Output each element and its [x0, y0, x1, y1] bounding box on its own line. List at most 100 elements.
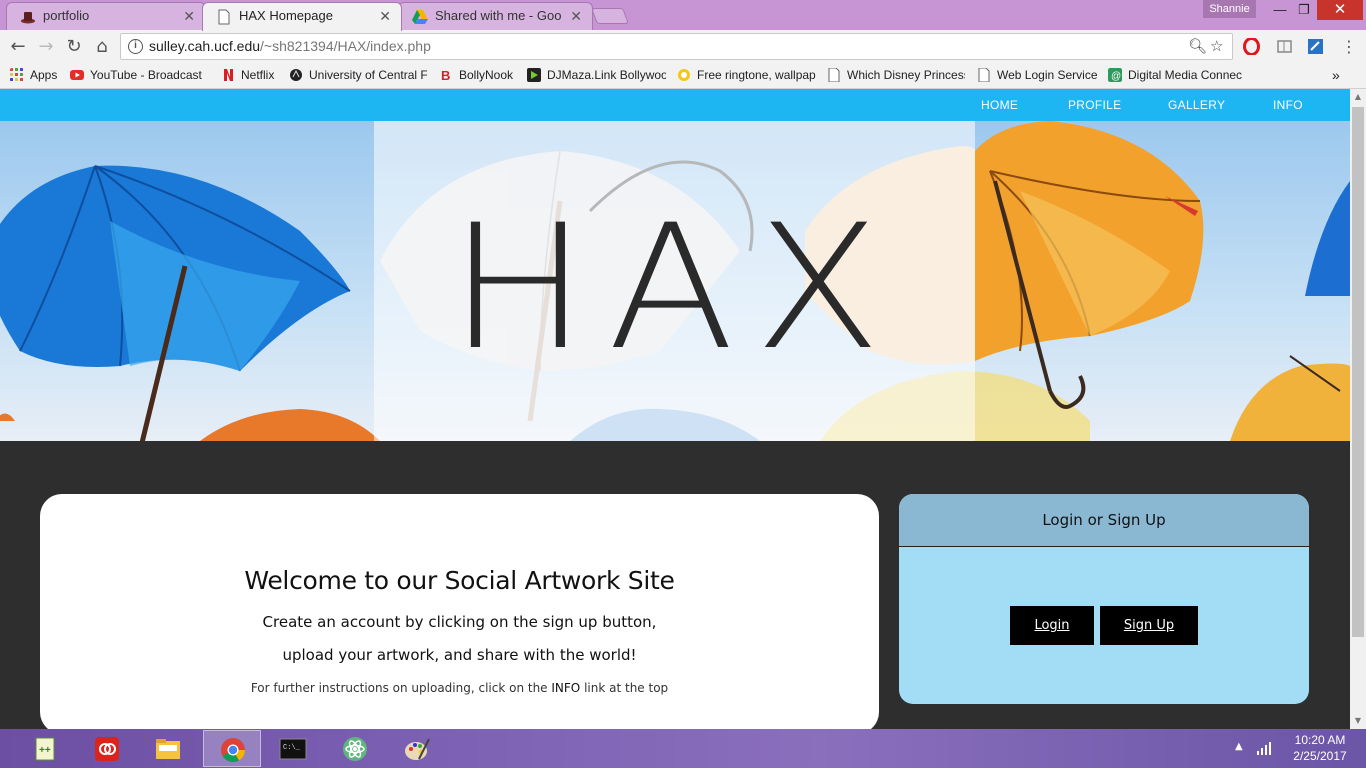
stylus-extension-icon[interactable] — [1307, 38, 1324, 55]
svg-text:++: ++ — [39, 745, 51, 756]
bookmark-ucf[interactable]: University of Central F — [289, 67, 427, 85]
browser-tab-strip: portfolio ✕ HAX Homepage ✕ Shared with m… — [0, 0, 1366, 31]
digital-media-icon: @ — [1108, 68, 1122, 82]
file-explorer-icon — [156, 739, 180, 759]
search-zoom-icon[interactable]: 🔍︎ — [1188, 37, 1207, 55]
nav-info[interactable]: INFO — [1273, 89, 1303, 122]
welcome-text-line2: upload your artwork, and share with the … — [282, 646, 637, 664]
bookmark-label: University of Central F — [309, 68, 427, 82]
taskbar-atom[interactable] — [326, 730, 384, 767]
bookmark-label: Apps — [30, 68, 58, 82]
nav-profile[interactable]: PROFILE — [1068, 89, 1121, 122]
youtube-icon — [70, 70, 84, 80]
bookmark-ringtone[interactable]: Free ringtone, wallpap — [677, 67, 817, 85]
page-scrollbar[interactable]: ▲ ▼ — [1350, 89, 1366, 729]
tab-google-drive[interactable]: Shared with me - Google ✕ — [398, 2, 593, 30]
bookmark-label: Digital Media Connec — [1128, 68, 1243, 82]
taskbar-terminal[interactable]: C:\_ — [264, 730, 322, 767]
bookmark-label: DJMaza.Link Bollywoo — [547, 68, 666, 82]
opera-icon[interactable] — [1243, 38, 1260, 55]
back-button[interactable]: ← — [7, 36, 29, 58]
bookmark-star-icon[interactable]: ☆ — [1210, 37, 1223, 55]
tab-portfolio[interactable]: portfolio ✕ — [6, 2, 206, 30]
nav-home[interactable]: HOME — [981, 89, 1018, 122]
scrollbar-thumb[interactable] — [1352, 107, 1364, 637]
taskbar-clock-date[interactable]: 2/25/2017 — [1285, 749, 1355, 763]
ringtone-icon — [678, 69, 690, 81]
url-path: /~sh821394/HAX/index.php — [260, 38, 431, 54]
instructions-info-link: INFO — [551, 681, 581, 695]
tab-title: HAX Homepage — [239, 8, 333, 23]
bookmark-digital-media[interactable]: @ Digital Media Connec — [1108, 67, 1245, 85]
nav-gallery[interactable]: GALLERY — [1168, 89, 1225, 122]
drive-icon — [412, 10, 428, 24]
info-icon[interactable]: i — [128, 39, 143, 54]
orange-umbrella-image — [0, 409, 380, 441]
taskbar-file-explorer[interactable] — [139, 730, 197, 767]
reload-button[interactable]: ↻ — [63, 36, 85, 58]
close-tab-icon[interactable]: ✕ — [570, 3, 582, 29]
bookmark-netflix[interactable]: Netflix — [221, 67, 281, 85]
bookmark-label: YouTube - Broadcast — [90, 68, 202, 82]
close-tab-icon[interactable]: ✕ — [183, 3, 195, 29]
page-icon — [978, 68, 990, 82]
apps-grid-icon — [10, 68, 23, 81]
taskbar-chrome[interactable] — [203, 730, 261, 767]
taskbar-notepad-plus[interactable]: ++ — [17, 730, 75, 767]
scroll-down-icon[interactable]: ▼ — [1350, 713, 1366, 729]
taskbar-clock-time[interactable]: 10:20 AM — [1285, 733, 1355, 747]
tab-hax-homepage[interactable]: HAX Homepage ✕ — [202, 2, 402, 31]
netflix-icon — [224, 69, 233, 81]
adobe-cc-icon — [95, 737, 119, 761]
windows-taskbar: ++ C:\_ ▲ 10:20 AM 2/25/2017 — [0, 729, 1366, 768]
bookmark-label: Web Login Service — [997, 68, 1098, 82]
scroll-up-icon[interactable]: ▲ — [1350, 89, 1366, 105]
url-text[interactable]: sulley.cah.ucf.edu/~sh821394/HAX/index.p… — [149, 38, 431, 54]
bollynook-icon: B — [441, 68, 450, 82]
network-icon[interactable] — [1257, 741, 1273, 755]
bookmark-disney-princess[interactable]: Which Disney Princess — [827, 67, 965, 85]
notepad-plus-icon: ++ — [35, 737, 55, 761]
login-button[interactable]: Login — [1010, 606, 1094, 645]
upload-instructions: For further instructions on uploading, c… — [40, 681, 879, 695]
ucf-icon — [290, 69, 302, 81]
tab-title: Shared with me - Google — [435, 8, 562, 23]
tab-title: portfolio — [43, 8, 90, 23]
instructions-suffix: link at the top — [580, 681, 669, 695]
bookmark-web-login[interactable]: Web Login Service — [977, 67, 1099, 85]
hero-title: HAX — [448, 187, 901, 388]
signup-button[interactable]: Sign Up — [1100, 606, 1198, 645]
bookmark-apps[interactable]: Apps — [10, 67, 68, 85]
bookmark-bollynook[interactable]: B BollyNook — [439, 67, 519, 85]
close-tab-icon[interactable]: ✕ — [379, 3, 391, 29]
new-tab-button[interactable] — [591, 8, 629, 24]
home-button[interactable]: ⌂ — [91, 36, 113, 58]
login-panel-heading: Login or Sign Up — [899, 494, 1309, 547]
bookmarks-bar: Apps YouTube - Broadcast Netflix Univers… — [0, 63, 1366, 89]
bookmark-youtube[interactable]: YouTube - Broadcast — [70, 67, 210, 85]
login-signup-panel: Login or Sign Up Login Sign Up — [899, 494, 1309, 704]
forward-button[interactable]: → — [35, 36, 57, 58]
hero-banner: HAX — [0, 121, 1350, 441]
terminal-icon: C:\_ — [279, 738, 307, 760]
show-hidden-icons-icon[interactable]: ▲ — [1235, 741, 1243, 752]
close-window-button[interactable]: ✕ — [1317, 0, 1363, 20]
bookmark-label: BollyNook — [459, 68, 514, 82]
menu-icon[interactable]: ⋮ — [1338, 36, 1360, 58]
welcome-title: Welcome to our Social Artwork Site — [244, 566, 675, 595]
svg-text:B: B — [441, 68, 450, 82]
restore-button[interactable]: ❐ — [1290, 0, 1318, 20]
atom-icon — [343, 737, 367, 761]
blue-umbrella-image — [0, 165, 351, 441]
welcome-text-line1: Create an account by clicking on the sig… — [262, 613, 657, 631]
extension-icon[interactable] — [1276, 38, 1293, 55]
bookmark-djmaza[interactable]: DJMaza.Link Bollywoo — [527, 67, 666, 85]
web-page: HOME PROFILE GALLERY INFO HAX Welcome to… — [0, 89, 1350, 729]
bookmark-label: Netflix — [241, 68, 275, 82]
address-bar[interactable]: i sulley.cah.ucf.edu/~sh821394/HAX/index… — [120, 33, 1233, 60]
taskbar-paint[interactable] — [388, 730, 446, 767]
bookmarks-overflow-button[interactable]: » — [1332, 67, 1340, 85]
svg-text:@: @ — [1111, 71, 1121, 82]
profile-button[interactable]: Shannie — [1203, 0, 1256, 18]
taskbar-adobe-cc[interactable] — [78, 730, 136, 767]
